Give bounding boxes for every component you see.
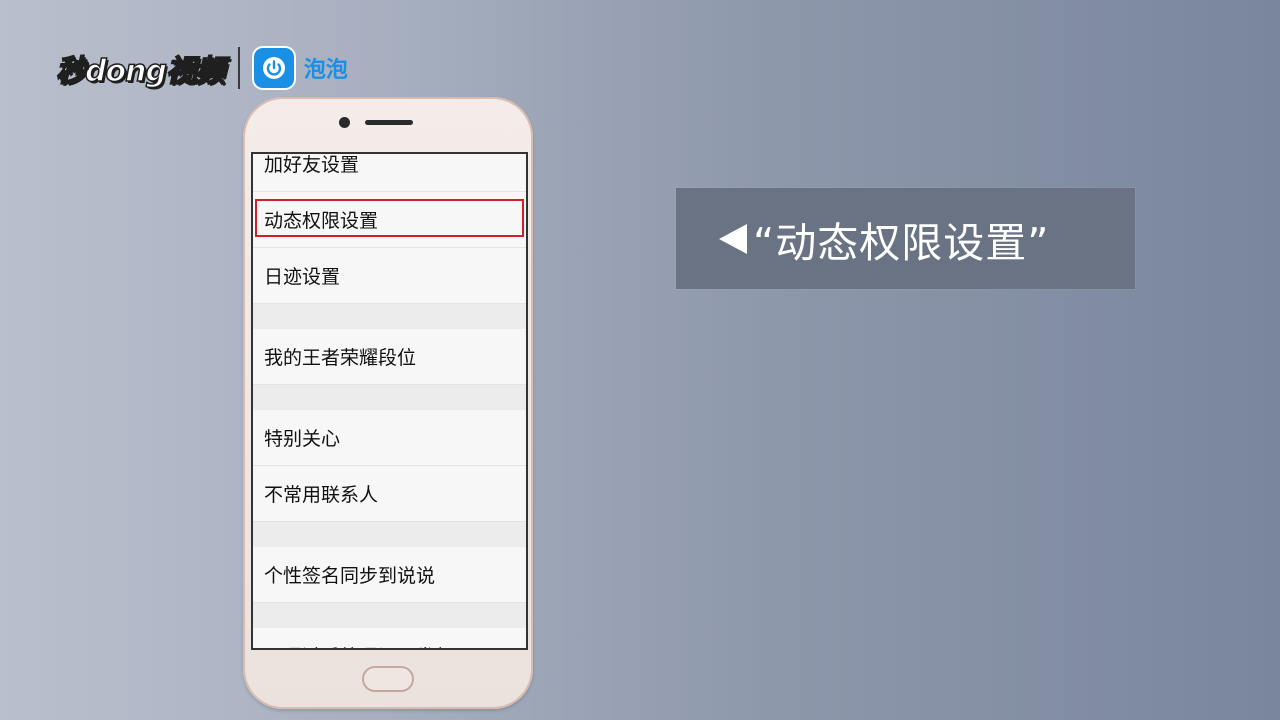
phone-mockup: 加好友设置 动态权限设置 日迹设置 我的王者荣耀段位 特别关心 不常用联系人 个… bbox=[243, 97, 533, 709]
settings-item-label: 动态权限设置 bbox=[264, 210, 379, 232]
settings-item-label: 不常用联系人 bbox=[264, 484, 379, 506]
brand-app-name: 泡泡 bbox=[303, 58, 348, 83]
settings-item-infrequent-contacts[interactable]: 不常用联系人 bbox=[253, 466, 526, 522]
settings-item-signature-sync[interactable]: 个性签名同步到说说 bbox=[253, 547, 526, 603]
settings-item-special-care[interactable]: 特别关心 bbox=[253, 410, 526, 466]
phone-top-bezel bbox=[243, 97, 533, 152]
settings-item-add-friend[interactable]: 加好友设置 bbox=[253, 154, 526, 192]
settings-list: 加好友设置 动态权限设置 日迹设置 我的王者荣耀段位 特别关心 不常用联系人 个… bbox=[253, 154, 526, 648]
settings-item-label: 可通过系统通讯录发起QQ... bbox=[264, 642, 502, 648]
settings-item-contacts-call[interactable]: 可通过系统通讯录发起QQ... bbox=[253, 628, 526, 648]
section-gap bbox=[253, 385, 526, 410]
settings-item-daily-trace[interactable]: 日迹设置 bbox=[253, 248, 526, 304]
settings-item-label: 加好友设置 bbox=[264, 154, 360, 176]
phone-screen: 加好友设置 动态权限设置 日迹设置 我的王者荣耀段位 特别关心 不常用联系人 个… bbox=[251, 152, 528, 650]
brand-divider bbox=[237, 47, 240, 89]
callout-text: “动态权限设置” bbox=[753, 218, 1050, 267]
front-camera bbox=[339, 117, 350, 128]
brand-logo: 秒dong视频 bbox=[55, 53, 225, 90]
left-triangle-icon bbox=[719, 223, 747, 254]
home-button[interactable] bbox=[362, 666, 414, 692]
settings-item-label: 特别关心 bbox=[264, 428, 341, 450]
instruction-callout: “动态权限设置” bbox=[676, 188, 1135, 289]
section-gap bbox=[253, 304, 526, 329]
settings-item-label: 我的王者荣耀段位 bbox=[264, 347, 417, 369]
brand-header: 秒dong视频 泡泡 bbox=[55, 44, 348, 92]
section-gap bbox=[253, 603, 526, 628]
settings-item-feed-permissions[interactable]: 动态权限设置 bbox=[253, 192, 526, 248]
settings-item-game-rank[interactable]: 我的王者荣耀段位 bbox=[253, 329, 526, 385]
section-gap bbox=[253, 522, 526, 547]
power-bubble-icon bbox=[253, 48, 294, 88]
earpiece-speaker bbox=[365, 120, 413, 125]
settings-item-label: 个性签名同步到说说 bbox=[264, 565, 436, 587]
settings-item-label: 日迹设置 bbox=[264, 266, 341, 288]
